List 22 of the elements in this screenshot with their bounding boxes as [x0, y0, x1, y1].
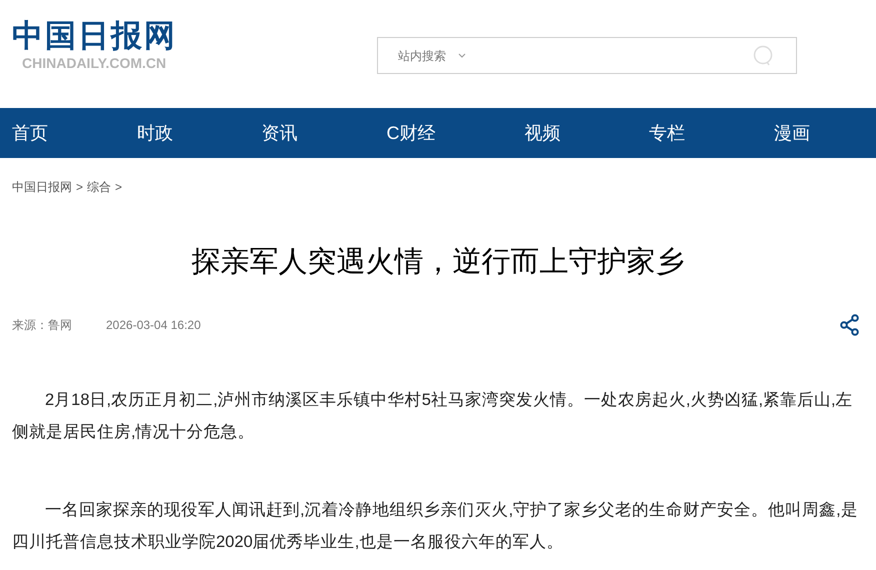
article-date: 2026-03-04 16:20 — [106, 317, 201, 334]
nav-link[interactable]: 专栏 — [649, 120, 686, 146]
nav-link[interactable]: 时政 — [136, 120, 173, 146]
article-paragraph: 2月18日,农历正月初二,泸州市纳溪区丰乐镇中华村5社马家湾突发火情。一处农房起火,火势凶猛,紧靠后山,左侧就是居民住房,情况十分危急。 — [12, 390, 854, 443]
breadcrumb-link[interactable]: 中国日报网 — [12, 178, 72, 196]
chevron-down-icon — [458, 53, 466, 58]
search-scope[interactable]: 站内搜索 — [398, 46, 446, 64]
nav-link[interactable]: 首页 — [12, 120, 48, 146]
nav-link[interactable]: 视频 — [524, 120, 560, 146]
article-title: 探亲军人突遇火情，逆行而上守护家乡 — [190, 245, 686, 280]
nav-link[interactable]: 资讯 — [262, 120, 298, 146]
nav-link[interactable]: 漫画 — [774, 120, 810, 146]
share-icon[interactable] — [840, 314, 860, 336]
logo-wordmark[interactable]: 中国日报网 — [12, 18, 177, 54]
search-field[interactable]: 站内搜索 — [377, 37, 797, 74]
breadcrumb-link[interactable]: 综合 — [87, 178, 112, 196]
logo-domain: CHINADAILY.COM.CN — [22, 54, 166, 72]
article-paragraph: 一名回家探亲的现役军人闻讯赶到,沉着冷静地组织乡亲们灭火,守护了家乡父老的生命财产安全。他叫周鑫,是四川托普信息技术职业学院2020届优秀毕业生,也是一名服役六年的军人。 — [12, 500, 859, 553]
breadcrumb-separator: > — [115, 179, 122, 196]
article-source: 来源：鲁网 — [12, 317, 72, 334]
nav-link[interactable]: C财经 — [386, 120, 436, 146]
breadcrumb-separator: > — [76, 179, 84, 196]
